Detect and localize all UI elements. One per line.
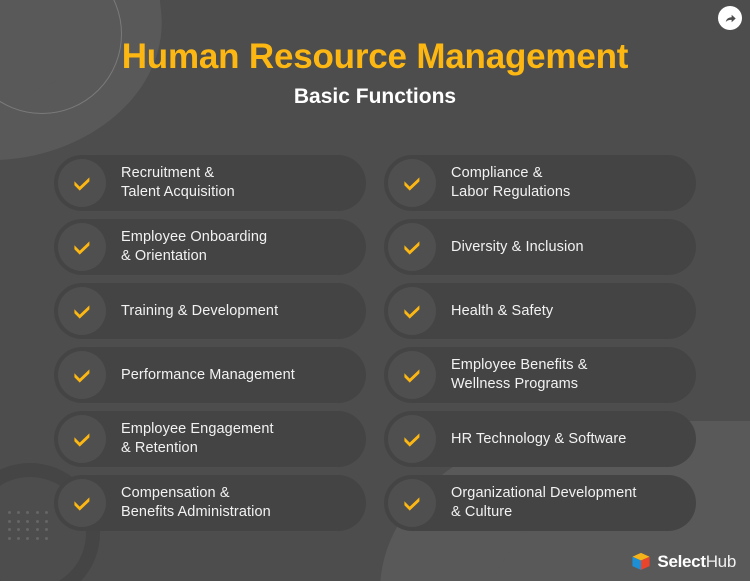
function-item-onboarding[interactable]: Employee Onboarding & Orientation xyxy=(54,219,366,275)
slide-canvas: Human Resource Management Basic Function… xyxy=(0,0,750,581)
function-item-recruitment[interactable]: Recruitment & Talent Acquisition xyxy=(54,155,366,211)
function-item-label: Recruitment & Talent Acquisition xyxy=(121,165,235,200)
check-icon xyxy=(388,479,436,527)
function-item-label: Training & Development xyxy=(121,302,279,319)
function-item-training[interactable]: Training & Development xyxy=(54,283,366,339)
function-item-label: Organizational Development & Culture xyxy=(451,485,637,520)
logo-name-bold: Select xyxy=(657,552,706,571)
function-item-compensation[interactable]: Compensation & Benefits Administration xyxy=(54,475,366,531)
check-icon xyxy=(388,415,436,463)
function-item-label: HR Technology & Software xyxy=(451,430,627,447)
function-item-engagement[interactable]: Employee Engagement & Retention xyxy=(54,411,366,467)
functions-grid: Recruitment & Talent Acquisition Complia… xyxy=(54,155,696,531)
function-item-performance[interactable]: Performance Management xyxy=(54,347,366,403)
function-item-health-safety[interactable]: Health & Safety xyxy=(384,283,696,339)
decorative-dot-grid xyxy=(8,511,54,545)
function-item-label: Employee Onboarding & Orientation xyxy=(121,229,268,264)
check-icon xyxy=(388,287,436,335)
check-icon xyxy=(58,351,106,399)
function-item-label: Performance Management xyxy=(121,366,295,383)
check-icon xyxy=(58,415,106,463)
function-item-label: Compensation & Benefits Administration xyxy=(121,485,271,520)
header: Human Resource Management Basic Function… xyxy=(0,34,750,110)
share-arrow-icon xyxy=(725,14,736,22)
share-button[interactable] xyxy=(718,6,742,30)
check-icon xyxy=(58,479,106,527)
cube-logo-icon xyxy=(632,552,651,570)
function-item-diversity[interactable]: Diversity & Inclusion xyxy=(384,219,696,275)
function-item-label: Diversity & Inclusion xyxy=(451,238,584,255)
check-icon xyxy=(388,223,436,271)
selecthub-logo-text: SelectHub xyxy=(657,552,736,571)
check-icon xyxy=(58,287,106,335)
page-title: Human Resource Management xyxy=(121,37,629,76)
page-subtitle: Basic Functions xyxy=(293,85,457,108)
function-item-compliance[interactable]: Compliance & Labor Regulations xyxy=(384,155,696,211)
function-item-benefits-wellness[interactable]: Employee Benefits & Wellness Programs xyxy=(384,347,696,403)
selecthub-logo[interactable]: SelectHub xyxy=(631,552,736,571)
check-icon xyxy=(388,159,436,207)
logo-name-light: Hub xyxy=(705,552,737,571)
function-item-label: Health & Safety xyxy=(451,302,554,319)
check-icon xyxy=(58,159,106,207)
check-icon xyxy=(58,223,106,271)
function-item-label: Employee Benefits & Wellness Programs xyxy=(451,357,588,392)
function-item-hr-technology[interactable]: HR Technology & Software xyxy=(384,411,696,467)
function-item-label: Employee Engagement & Retention xyxy=(121,421,274,456)
function-item-label: Compliance & Labor Regulations xyxy=(451,165,571,200)
check-icon xyxy=(388,351,436,399)
function-item-org-development[interactable]: Organizational Development & Culture xyxy=(384,475,696,531)
